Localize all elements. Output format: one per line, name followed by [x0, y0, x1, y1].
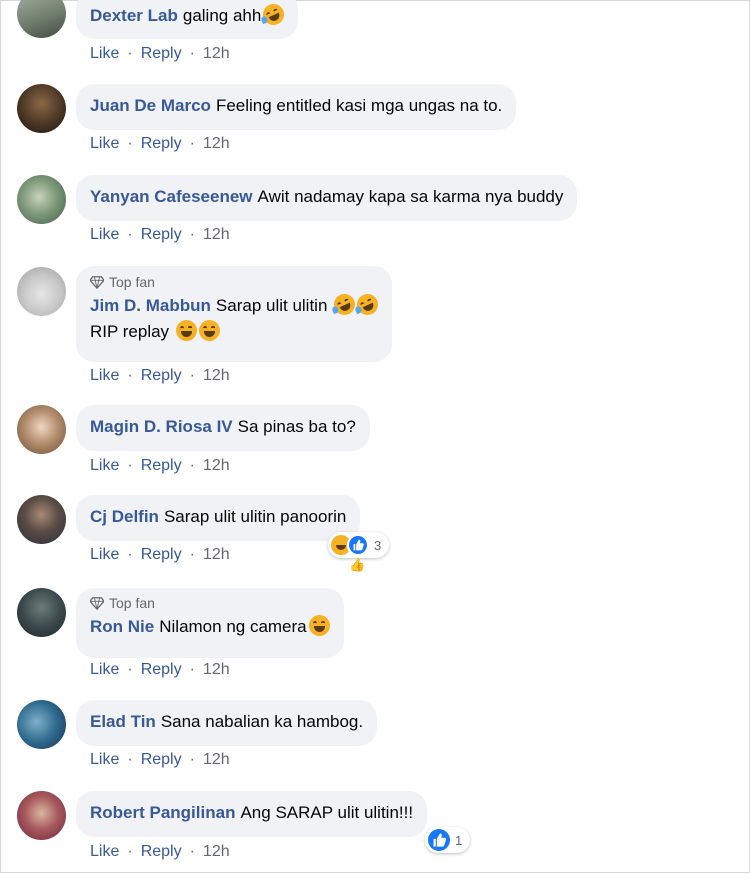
comment-text: Sa pinas ba to? [237, 417, 356, 436]
diamond-icon [90, 597, 104, 610]
reply-button[interactable]: Reply [141, 843, 182, 861]
reaction-count: 1 [455, 832, 463, 848]
timestamp[interactable]: 12h [203, 843, 230, 861]
timestamp[interactable]: 12h [203, 367, 230, 385]
rofl-emoji-icon [259, 0, 288, 29]
top-fan-badge: Top fan [90, 273, 378, 291]
comment-bubble: Cj Delfin Sarap ulit ulitin panoorin [76, 495, 361, 541]
reply-button[interactable]: Reply [141, 45, 182, 63]
like-button[interactable]: Like [90, 45, 119, 63]
comment-text-line2: RIP replay [90, 322, 170, 341]
timestamp[interactable]: 12h [203, 226, 230, 244]
avatar[interactable] [17, 588, 66, 637]
joy-emoji-icon [175, 320, 197, 341]
reaction-summary[interactable]: 1 [425, 827, 471, 853]
like-button[interactable]: Like [90, 367, 119, 385]
like-button[interactable]: Like [90, 135, 119, 153]
comment-author[interactable]: Elad Tin [90, 712, 156, 731]
like-button[interactable]: Like [90, 661, 119, 679]
rofl-emoji-icon [330, 290, 359, 319]
comment-author[interactable]: Robert Pangilinan [90, 803, 235, 822]
comment-author[interactable]: Magin D. Riosa IV [90, 417, 233, 436]
avatar[interactable] [17, 267, 66, 316]
comment-actions: Like · Reply · 12h [90, 135, 230, 153]
comment-bubble: Robert Pangilinan Ang SARAP ulit ulitin!!… [76, 791, 428, 837]
avatar[interactable] [17, 175, 66, 224]
timestamp[interactable]: 12h [203, 751, 230, 769]
comment-text: Sarap ulit ulitin panoorin [163, 507, 347, 526]
comment-actions: Like · Reply · 12h [90, 843, 230, 861]
diamond-icon [90, 276, 104, 289]
comment-bubble: Juan De Marco Feeling entitled kasi mga u… [76, 84, 517, 130]
comment-author[interactable]: Yanyan Cafeseenew [90, 187, 253, 206]
comment-bubble: Dexter Lab galing ahh [76, 0, 299, 39]
top-fan-badge: Top fan [90, 594, 330, 612]
reaction-summary[interactable]: 3 [328, 532, 390, 558]
like-button[interactable]: Like [90, 546, 119, 564]
reply-button[interactable]: Reply [141, 457, 182, 475]
comment-actions: Like · Reply · 12h [90, 367, 230, 385]
comment-actions: Like · Reply · 12h [90, 661, 230, 679]
comment-actions: Like · Reply · 12h [90, 226, 230, 244]
reply-button[interactable]: Reply [141, 367, 182, 385]
like-button[interactable]: Like [90, 751, 119, 769]
reaction-count: 3 [374, 537, 382, 553]
comment-actions: Like · Reply · 12h [90, 546, 230, 564]
comments-panel: Dexter Lab galing ahh Like · Reply · 12h … [0, 0, 750, 873]
timestamp[interactable]: 12h [203, 546, 230, 564]
avatar[interactable] [17, 791, 66, 840]
reply-button[interactable]: Reply [141, 661, 182, 679]
like-reaction-icon [347, 534, 369, 556]
comment-bubble: Yanyan Cafeseenew Awit nadamay kapa sa ka… [76, 175, 578, 221]
reply-button[interactable]: Reply [141, 546, 182, 564]
avatar[interactable] [17, 84, 66, 133]
like-button[interactable]: Like [90, 843, 119, 861]
like-button[interactable]: Like [90, 226, 119, 244]
reply-button[interactable]: Reply [141, 135, 182, 153]
comment-author[interactable]: Dexter Lab [90, 6, 178, 25]
comment-text: Sana nabalian ka hambog. [160, 712, 364, 731]
comment-actions: Like · Reply · 12h [90, 751, 230, 769]
timestamp[interactable]: 12h [203, 135, 230, 153]
comment-author[interactable]: Juan De Marco [90, 96, 211, 115]
comment-bubble: Top fan Jim D. Mabbun Sarap ulit ulitin R… [76, 266, 393, 362]
comment-actions: Like · Reply · 12h [90, 45, 230, 63]
avatar[interactable] [17, 0, 66, 38]
like-reaction-icon [428, 829, 450, 851]
comment-actions: Like · Reply · 12h [90, 457, 230, 475]
reply-button[interactable]: Reply [141, 226, 182, 244]
timestamp[interactable]: 12h [203, 661, 230, 679]
comment-author[interactable]: Cj Delfin [90, 507, 159, 526]
joy-emoji-icon [198, 320, 220, 341]
comment-text: Sarap ulit ulitin [215, 296, 328, 315]
comment-text: galing ahh [182, 6, 262, 25]
avatar[interactable] [17, 405, 66, 454]
like-button[interactable]: Like [90, 457, 119, 475]
comment-text: Ang SARAP ulit ulitin!!! [240, 803, 414, 822]
comment-text: Nilamon ng camera [159, 617, 307, 636]
reply-button[interactable]: Reply [141, 751, 182, 769]
timestamp[interactable]: 12h [203, 45, 230, 63]
comment-text: Feeling entitled kasi mga ungas na to. [215, 96, 503, 115]
joy-emoji-icon [308, 615, 330, 636]
timestamp[interactable]: 12h [203, 457, 230, 475]
comment-bubble: Magin D. Riosa IV Sa pinas ba to? [76, 405, 370, 451]
comment-author[interactable]: Jim D. Mabbun [90, 296, 211, 315]
comment-bubble: Top fan Ron Nie Nilamon ng camera [76, 588, 344, 658]
rofl-emoji-icon [353, 290, 382, 319]
comment-author[interactable]: Ron Nie [90, 617, 154, 636]
avatar[interactable] [17, 495, 66, 544]
comment-bubble: Elad Tin Sana nabalian ka hambog. [76, 700, 378, 746]
comment-text: Awit nadamay kapa sa karma nya buddy [257, 187, 564, 206]
avatar[interactable] [17, 700, 66, 749]
